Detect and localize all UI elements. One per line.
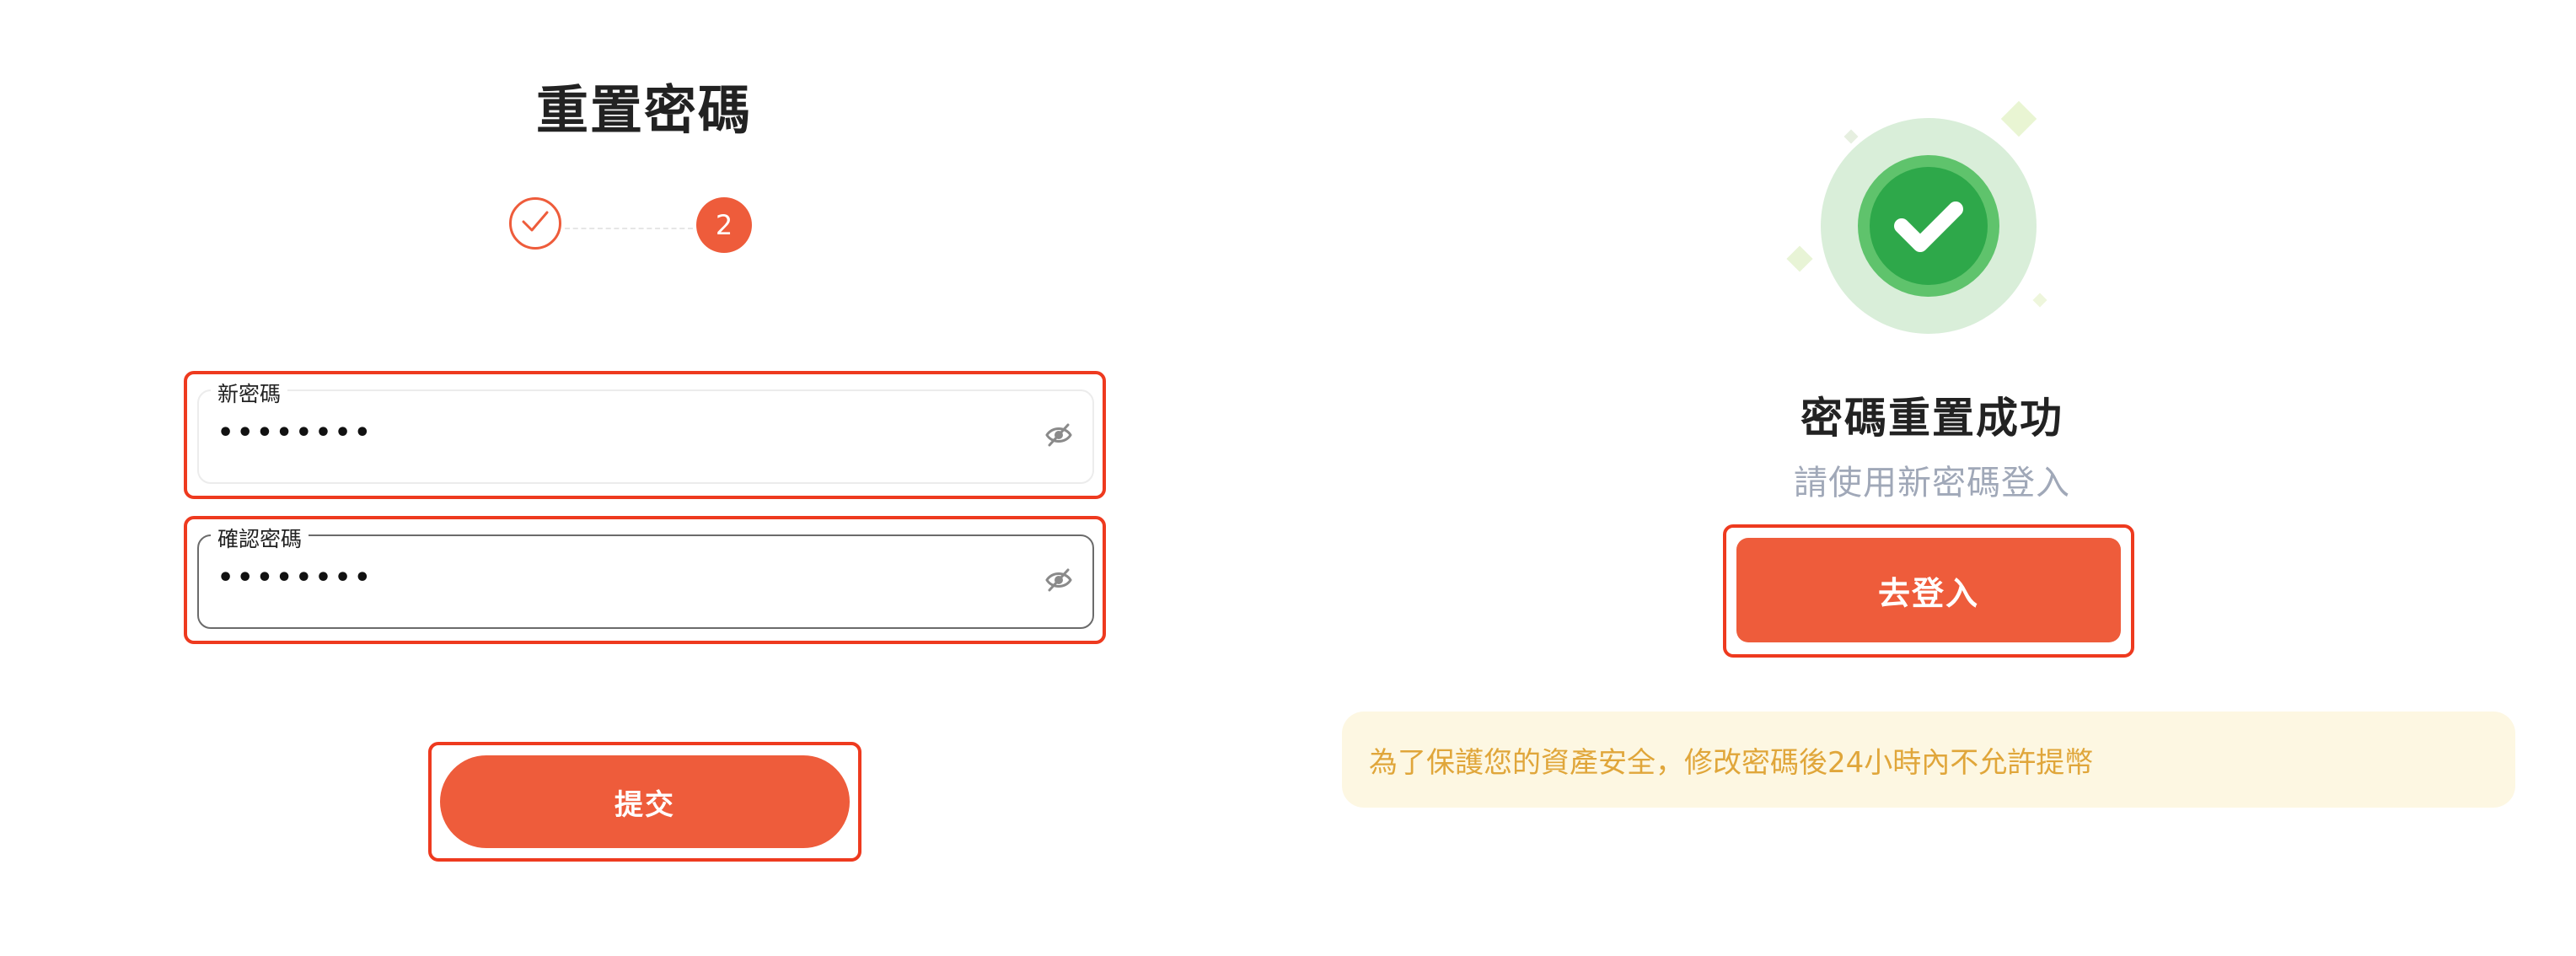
eye-off-icon[interactable]	[1042, 418, 1076, 452]
success-illustration	[1779, 84, 2082, 354]
success-check-icon	[1786, 100, 2047, 334]
submit-button[interactable]: 提交	[440, 755, 850, 848]
page-title: 重置密碼	[535, 79, 752, 141]
withdrawal-notice: 為了保護您的資產安全，修改密碼後24小時內不允許提幣	[1342, 712, 2515, 808]
success-subtitle: 請使用新密碼登入	[1794, 464, 2070, 502]
step-2-current: 2	[696, 197, 752, 253]
go-login-button[interactable]: 去登入	[1736, 538, 2121, 642]
eye-off-icon[interactable]	[1042, 563, 1076, 597]
confirm-password-input[interactable]: ••••••••	[217, 563, 373, 593]
confirm-password-label: 確認密碼	[211, 523, 309, 553]
step-connector	[565, 228, 693, 229]
check-icon	[521, 209, 550, 238]
step-1-complete	[509, 197, 561, 250]
success-title: 密碼重置成功	[1801, 394, 2063, 443]
new-password-label: 新密碼	[211, 378, 288, 408]
new-password-input[interactable]: ••••••••	[217, 418, 373, 448]
